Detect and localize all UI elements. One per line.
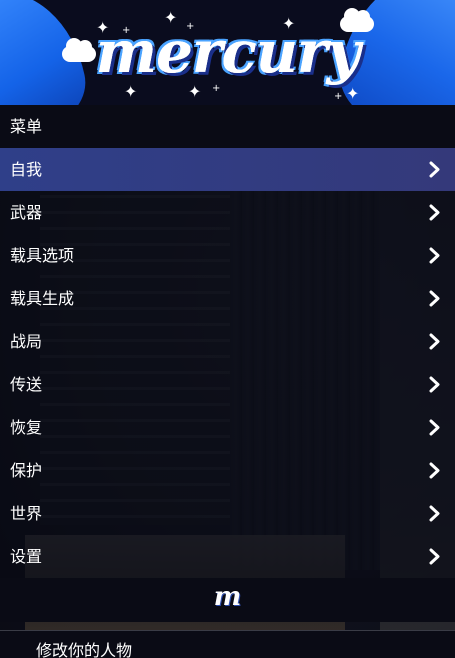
chevron-right-icon xyxy=(426,247,443,264)
star-icon: ✦ xyxy=(346,84,360,103)
chevron-right-icon xyxy=(426,376,443,393)
chevron-right-icon xyxy=(426,548,443,565)
chevron-right-icon xyxy=(426,290,443,307)
menu-item-session[interactable]: 战局 xyxy=(0,320,455,363)
menu-item-label: 武器 xyxy=(10,203,43,222)
menu-item-label: 载具生成 xyxy=(10,289,75,308)
menu-item-settings[interactable]: 设置 xyxy=(0,535,455,578)
menu-item-label: 设置 xyxy=(10,547,43,566)
menu-title: 菜单 xyxy=(0,105,455,148)
menu-item-protection[interactable]: 保护 xyxy=(0,449,455,492)
menu-item-label: 保护 xyxy=(10,461,43,480)
menu-item-recovery[interactable]: 恢复 xyxy=(0,406,455,449)
chevron-right-icon xyxy=(426,462,443,479)
game-screen: ✦ + ✦ + ✦ ✦ ✦ + ✦ + mercury 菜单 自我 武器 载具选… xyxy=(0,0,455,658)
star-icon: ✦ xyxy=(124,82,138,101)
menu-item-weapons[interactable]: 武器 xyxy=(0,191,455,234)
main-menu: 菜单 自我 武器 载具选项 载具生成 战局 传送 恢复 保护 世界 设置 m xyxy=(0,105,455,622)
option-description: 修改你的人物 xyxy=(36,641,133,658)
menu-item-self[interactable]: 自我 xyxy=(0,148,455,191)
chevron-right-icon xyxy=(426,204,443,221)
description-bar: 修改你的人物 xyxy=(0,630,455,658)
star-icon: ✦ xyxy=(188,82,202,101)
chevron-right-icon xyxy=(426,333,443,350)
menu-item-label: 恢复 xyxy=(10,418,43,437)
menu-item-label: 自我 xyxy=(10,160,43,179)
chevron-right-icon xyxy=(426,419,443,436)
menu-footer: m xyxy=(0,578,455,622)
menu-item-label: 战局 xyxy=(10,332,43,351)
footer-logo: m xyxy=(213,582,242,612)
star-icon: + xyxy=(334,91,343,102)
mercury-logo: mercury xyxy=(95,18,361,86)
menu-item-label: 世界 xyxy=(10,504,43,523)
menu-item-vehicle-spawn[interactable]: 载具生成 xyxy=(0,277,455,320)
chevron-right-icon xyxy=(426,505,443,522)
menu-item-label: 传送 xyxy=(10,375,43,394)
chevron-right-icon xyxy=(426,161,443,178)
menu-banner: ✦ + ✦ + ✦ ✦ ✦ + ✦ + mercury xyxy=(0,0,455,105)
menu-item-world[interactable]: 世界 xyxy=(0,492,455,535)
menu-item-label: 载具选项 xyxy=(10,246,75,265)
menu-item-teleport[interactable]: 传送 xyxy=(0,363,455,406)
menu-item-vehicle-options[interactable]: 载具选项 xyxy=(0,234,455,277)
